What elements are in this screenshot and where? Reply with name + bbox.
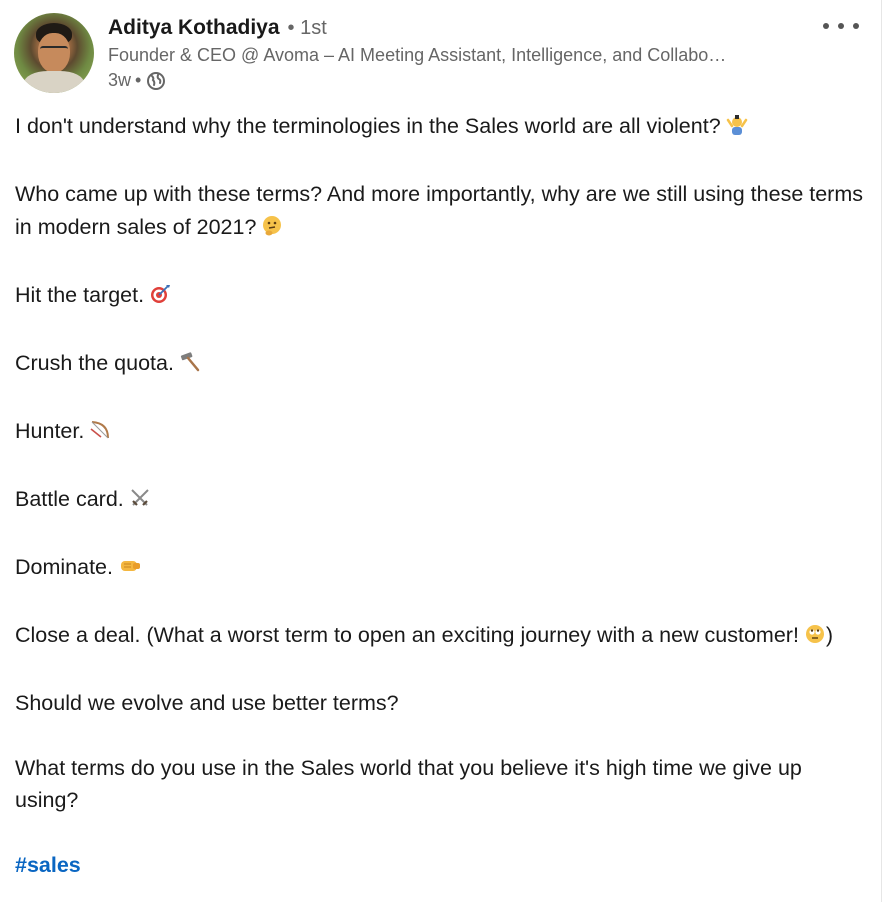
meta-separator: • bbox=[135, 70, 142, 90]
crossed-swords-icon bbox=[129, 486, 151, 519]
post-paragraph: Battle card. bbox=[15, 483, 870, 519]
post-paragraph: Dominate. bbox=[15, 551, 870, 587]
post-paragraph: Should we evolve and use better terms? bbox=[15, 690, 399, 715]
connection-degree: • 1st bbox=[287, 17, 327, 39]
direct-hit-icon bbox=[149, 282, 171, 315]
author-name-row: Aditya Kothadiya • 1st bbox=[108, 16, 327, 44]
left-facing-fist-icon bbox=[118, 554, 142, 587]
author-headline: Founder & CEO @ Avoma – AI Meeting Assis… bbox=[108, 45, 727, 65]
post-time: 3w bbox=[108, 70, 132, 90]
post-paragraph: Crush the quota. bbox=[15, 347, 870, 383]
post-paragraph: What terms do you use in the Sales world… bbox=[15, 755, 802, 813]
post-paragraph: Hit the target. bbox=[15, 279, 870, 315]
post-meta: 3w • bbox=[108, 70, 166, 91]
bow-and-arrow-icon bbox=[89, 418, 111, 451]
post-paragraph: I don't understand why the terminologies… bbox=[15, 110, 870, 146]
post-paragraph: Who came up with these terms? And more i… bbox=[15, 178, 870, 246]
author-avatar[interactable] bbox=[14, 13, 94, 93]
face-with-rolling-eyes-icon bbox=[804, 622, 826, 655]
post-paragraph: Close a deal. (What a worst term to open… bbox=[15, 619, 870, 655]
person-shrugging-icon bbox=[726, 113, 748, 146]
hammer-icon bbox=[179, 350, 201, 383]
more-options-icon[interactable] bbox=[823, 14, 859, 38]
globe-icon bbox=[146, 71, 166, 91]
hashtag-link[interactable]: #sales bbox=[15, 853, 81, 877]
author-name[interactable]: Aditya Kothadiya bbox=[108, 16, 280, 40]
post-card: Aditya Kothadiya • 1st Founder & CEO @ A… bbox=[0, 0, 882, 902]
post-body: I don't understand why the terminologies… bbox=[15, 110, 870, 902]
post-paragraph: Hunter. bbox=[15, 415, 870, 451]
thinking-face-icon bbox=[261, 214, 283, 247]
post-paragraph: #sales bbox=[15, 849, 870, 882]
